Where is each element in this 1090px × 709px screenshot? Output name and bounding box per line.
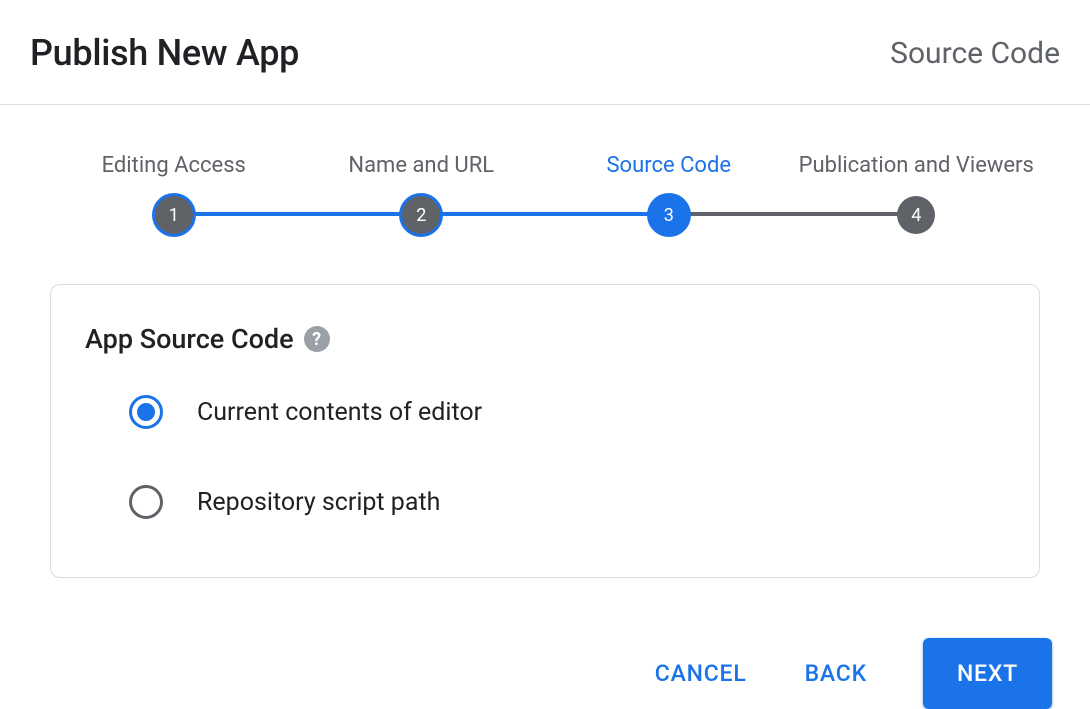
- source-code-card: App Source Code ? Current contents of ed…: [50, 284, 1040, 578]
- step-label: Name and URL: [348, 153, 494, 178]
- step-connector-3-4: [675, 212, 925, 216]
- dialog-title: Publish New App: [30, 32, 299, 74]
- step-label: Editing Access: [102, 153, 246, 178]
- step-connector-1-2: [175, 212, 415, 216]
- source-code-radio-group: Current contents of editor Repository sc…: [85, 395, 1005, 519]
- step-source-code[interactable]: Source Code 3: [545, 153, 793, 234]
- step-name-and-url[interactable]: Name and URL 2: [298, 153, 546, 234]
- dialog-header: Publish New App Source Code: [0, 0, 1090, 105]
- step-number-circle: 4: [897, 196, 935, 234]
- step-number-circle: 3: [650, 196, 688, 234]
- step-number-circle: 2: [402, 196, 440, 234]
- current-step-name: Source Code: [890, 36, 1060, 71]
- back-button[interactable]: BACK: [803, 656, 869, 691]
- stepper: Editing Access 1 Name and URL 2 Source C…: [0, 105, 1090, 264]
- step-publication-and-viewers[interactable]: Publication and Viewers 4: [793, 153, 1041, 234]
- step-label: Source Code: [606, 153, 731, 178]
- radio-icon: [129, 485, 163, 519]
- help-icon[interactable]: ?: [304, 326, 330, 352]
- section-title-text: App Source Code: [85, 323, 294, 355]
- radio-icon: [129, 395, 163, 429]
- dialog-footer: CANCEL BACK NEXT: [0, 578, 1090, 709]
- section-heading: App Source Code ?: [85, 323, 1005, 355]
- step-label: Publication and Viewers: [799, 153, 1034, 178]
- radio-option-current-editor[interactable]: Current contents of editor: [129, 395, 1005, 429]
- radio-label: Current contents of editor: [197, 398, 482, 427]
- step-editing-access[interactable]: Editing Access 1: [50, 153, 298, 234]
- step-connector-2-3: [420, 212, 670, 216]
- cancel-button[interactable]: CANCEL: [653, 656, 749, 691]
- step-number-circle: 1: [155, 196, 193, 234]
- next-button[interactable]: NEXT: [923, 638, 1052, 709]
- radio-option-repository-path[interactable]: Repository script path: [129, 485, 1005, 519]
- radio-label: Repository script path: [197, 488, 440, 517]
